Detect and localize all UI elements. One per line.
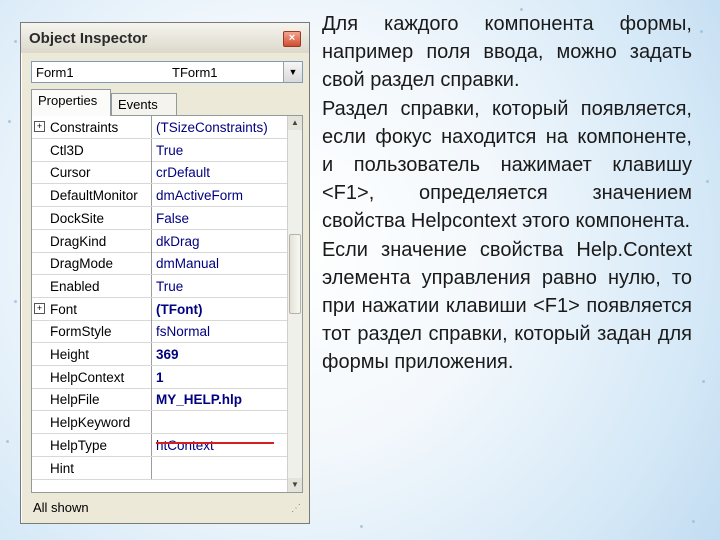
object-inspector-window: Object Inspector × Form1 TForm1 ▼ Proper… — [20, 22, 310, 524]
tab-properties[interactable]: Properties — [31, 89, 111, 116]
column-divider — [151, 433, 152, 457]
chevron-down-icon[interactable]: ▼ — [283, 62, 302, 82]
property-name: HelpType — [50, 437, 108, 453]
column-divider — [151, 456, 152, 480]
column-divider — [151, 138, 152, 162]
property-row[interactable]: + Font (TFont) — [32, 297, 290, 321]
column-divider — [151, 252, 152, 276]
property-name: Height — [50, 347, 90, 362]
property-value[interactable]: dkDrag — [156, 234, 200, 249]
property-row[interactable]: DefaultMonitor dmActiveForm — [32, 184, 290, 208]
property-name: DragKind — [50, 233, 107, 249]
property-value[interactable]: (TSizeConstraints) — [156, 120, 268, 135]
column-divider — [151, 274, 152, 298]
column-divider — [151, 184, 152, 208]
column-divider — [151, 161, 152, 185]
component-class: TForm1 — [172, 65, 218, 80]
scroll-down-icon[interactable]: ▼ — [288, 478, 302, 492]
column-divider — [151, 365, 152, 389]
helpfile-underline — [156, 442, 274, 444]
property-value[interactable]: 1 — [156, 370, 164, 385]
property-name: DockSite — [50, 210, 105, 226]
scroll-thumb[interactable] — [289, 234, 301, 314]
property-value[interactable]: MY_HELP.hlp — [156, 392, 242, 407]
tab-events[interactable]: Events — [111, 93, 177, 115]
property-value[interactable]: dmManual — [156, 256, 219, 271]
property-name: HelpKeyword — [50, 415, 131, 431]
paragraph-1: Для каждого компонента формы, например п… — [322, 13, 692, 92]
property-value[interactable]: True — [156, 143, 183, 158]
scroll-up-icon[interactable]: ▲ — [288, 116, 302, 130]
expand-icon[interactable]: + — [34, 302, 45, 314]
row-divider — [32, 478, 290, 480]
column-divider — [151, 206, 152, 230]
close-icon[interactable]: × — [283, 31, 301, 47]
property-value[interactable]: False — [156, 211, 189, 226]
property-name: DefaultMonitor — [50, 188, 138, 204]
property-value[interactable]: fsNormal — [156, 324, 210, 339]
property-name: Cursor — [50, 165, 91, 181]
property-row[interactable]: Ctl3D True — [32, 138, 290, 162]
property-row[interactable]: HelpKeyword — [32, 411, 290, 435]
property-name: DragMode — [50, 256, 114, 272]
property-row[interactable]: Cursor crDefault — [32, 161, 290, 185]
property-row[interactable]: HelpType htContext — [32, 433, 290, 457]
property-row[interactable]: Height 369 — [32, 343, 290, 366]
property-row[interactable]: HelpContext 1 — [32, 365, 290, 389]
property-name: HelpContext — [50, 369, 125, 385]
vertical-scrollbar[interactable]: ▲ ▼ — [287, 116, 302, 492]
property-name: Ctl3D — [50, 142, 84, 158]
property-name: FormStyle — [50, 324, 112, 340]
property-name: HelpFile — [50, 392, 100, 408]
status-text: All shown — [33, 500, 89, 515]
property-row[interactable]: DragKind dkDrag — [32, 229, 290, 253]
component-name: Form1 — [36, 65, 74, 80]
column-divider — [151, 229, 152, 253]
property-value[interactable]: crDefault — [156, 165, 210, 180]
status-bar: All shown ⋰ — [27, 497, 303, 517]
property-row[interactable]: Hint — [32, 456, 290, 480]
property-grid: + Constraints (TSizeConstraints) Ctl3D True C… — [31, 115, 303, 493]
column-divider — [151, 116, 152, 139]
property-row[interactable]: Enabled True — [32, 274, 290, 298]
column-divider — [151, 343, 152, 366]
property-row[interactable]: DragMode dmManual — [32, 252, 290, 276]
description-text: Для каждого компонента формы, например п… — [322, 10, 692, 377]
property-name: Font — [50, 301, 78, 317]
property-row[interactable]: + Constraints (TSizeConstraints) — [32, 116, 290, 139]
property-value[interactable]: dmActiveForm — [156, 188, 243, 203]
property-name: Constraints — [50, 120, 119, 135]
property-row[interactable]: FormStyle fsNormal — [32, 320, 290, 344]
column-divider — [151, 411, 152, 435]
column-divider — [151, 297, 152, 321]
window-title: Object Inspector — [29, 30, 148, 47]
inspector-tabs: Properties Events — [31, 89, 303, 117]
component-selector[interactable]: Form1 TForm1 ▼ — [31, 61, 303, 83]
property-value[interactable]: 369 — [156, 347, 179, 362]
property-value[interactable]: True — [156, 279, 183, 294]
paragraph-3: Если значение свойства Help.Context элем… — [322, 238, 692, 374]
paragraph-2: Раздел справки, который появляется, если… — [322, 97, 692, 233]
expand-icon[interactable]: + — [34, 121, 45, 132]
window-title-bar[interactable]: Object Inspector × — [21, 23, 309, 53]
property-name: Hint — [50, 460, 75, 476]
column-divider — [151, 388, 152, 412]
resize-grip-icon[interactable]: ⋰ — [291, 503, 303, 515]
property-row[interactable]: HelpFile MY_HELP.hlp — [32, 388, 290, 412]
property-value[interactable]: htContext — [156, 438, 214, 453]
property-name: Enabled — [50, 278, 100, 294]
column-divider — [151, 320, 152, 344]
property-value[interactable]: (TFont) — [156, 302, 202, 317]
property-row[interactable]: DockSite False — [32, 206, 290, 230]
